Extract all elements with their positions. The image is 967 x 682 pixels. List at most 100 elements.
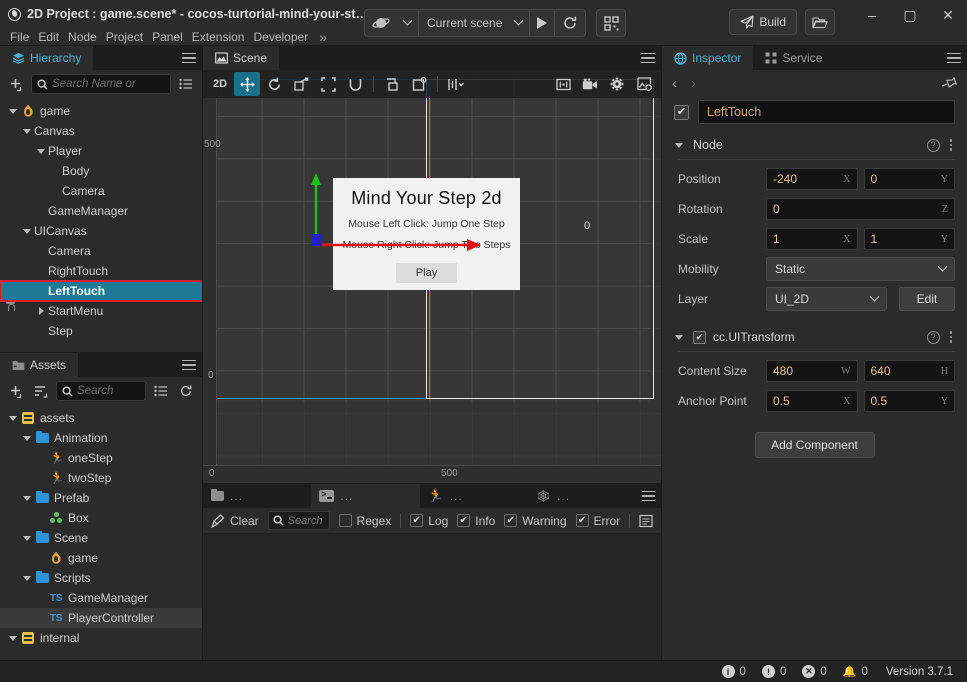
hierarchy-node-righttouch[interactable]: RightTouch bbox=[0, 261, 202, 281]
console-filter-error[interactable]: Error bbox=[575, 514, 620, 528]
asset-item-playercontroller[interactable]: TS PlayerController bbox=[0, 608, 202, 628]
chevron-down-icon[interactable] bbox=[6, 108, 20, 114]
hierarchy-node-uicanvas[interactable]: UICanvas bbox=[0, 221, 202, 241]
checkbox[interactable] bbox=[338, 514, 352, 527]
chevron-down-icon[interactable] bbox=[6, 415, 20, 421]
scene-screenshot-icon[interactable] bbox=[631, 72, 657, 96]
asset-item-animation[interactable]: Animation bbox=[0, 428, 202, 448]
asset-item-scene[interactable]: Scene bbox=[0, 528, 202, 548]
console-search-input[interactable]: Search bbox=[267, 511, 330, 530]
asset-item-scripts[interactable]: Scripts bbox=[0, 568, 202, 588]
select-layer[interactable]: UI_2D bbox=[766, 287, 887, 311]
build-button[interactable]: Build bbox=[729, 9, 797, 35]
asset-item-internal[interactable]: internal bbox=[0, 628, 202, 648]
console-filter-log[interactable]: Log bbox=[410, 514, 448, 528]
platform-dropdown-icon[interactable] bbox=[397, 10, 418, 36]
asset-item-game[interactable]: game bbox=[0, 548, 202, 568]
scene-dropdown-icon[interactable] bbox=[508, 10, 529, 36]
chevron-down-icon[interactable] bbox=[672, 142, 686, 148]
menu-project[interactable]: Project bbox=[106, 28, 152, 46]
input-rotation-z[interactable]: 0Z bbox=[766, 198, 955, 220]
checkbox[interactable] bbox=[504, 514, 518, 527]
hierarchy-node-step[interactable]: Step bbox=[0, 321, 202, 341]
scene-tool-rect-transform[interactable] bbox=[315, 72, 341, 96]
assets-list-options-icon[interactable] bbox=[151, 381, 171, 401]
assets-sort-icon[interactable] bbox=[31, 381, 51, 401]
chevron-down-icon[interactable] bbox=[672, 334, 686, 340]
add-node-icon[interactable] bbox=[6, 74, 26, 94]
asset-item-prefab[interactable]: Prefab bbox=[0, 488, 202, 508]
scene-tool-rotate[interactable] bbox=[261, 72, 287, 96]
tab-assets[interactable]: Assets bbox=[0, 353, 79, 377]
component-header-node[interactable]: Node? bbox=[662, 132, 967, 158]
open-folder-button[interactable] bbox=[805, 9, 835, 35]
scene-tool-move[interactable] bbox=[234, 72, 260, 96]
input-position-x[interactable]: -240 X bbox=[766, 168, 858, 190]
console-tab-animation-graph[interactable]: 🕸... bbox=[527, 484, 637, 508]
asset-item-onestep[interactable]: 🏃 oneStep bbox=[0, 448, 202, 468]
assets-menu-icon[interactable] bbox=[176, 353, 202, 377]
checkbox[interactable] bbox=[575, 514, 589, 527]
input-position-y[interactable]: 0Y bbox=[863, 168, 955, 190]
chevron-down-icon[interactable] bbox=[20, 435, 34, 441]
input-scale-y[interactable]: 1Y bbox=[863, 228, 955, 250]
component-header-cc-uitransform[interactable]: cc.UITransform? bbox=[662, 324, 967, 350]
console-tab-animation[interactable]: 🏃... bbox=[419, 484, 528, 508]
maximize-button[interactable]: ▢ bbox=[891, 0, 929, 30]
chevron-down-icon[interactable] bbox=[20, 535, 34, 541]
hierarchy-node-player[interactable]: Player bbox=[0, 141, 202, 161]
select-mobility[interactable]: Static bbox=[766, 257, 955, 281]
menu-panel[interactable]: Panel bbox=[152, 28, 192, 46]
hierarchy-node-body[interactable]: Body bbox=[0, 161, 202, 181]
component-enabled-checkbox[interactable] bbox=[693, 330, 706, 344]
close-button[interactable]: ✕ bbox=[929, 0, 967, 30]
status-error[interactable]: ✕ 0 bbox=[802, 665, 827, 678]
status-warning[interactable]: ! 0 bbox=[761, 665, 786, 678]
menu-edit[interactable]: Edit bbox=[38, 28, 68, 46]
inspector-menu-icon[interactable] bbox=[941, 46, 967, 70]
menu-extension[interactable]: Extension bbox=[192, 28, 254, 46]
tab-scene[interactable]: Scene bbox=[203, 46, 280, 70]
chevron-down-icon[interactable] bbox=[34, 148, 48, 154]
hierarchy-node-startmenu[interactable]: StartMenu bbox=[0, 301, 202, 321]
device-preview-button[interactable] bbox=[596, 9, 627, 37]
input-content-size-w[interactable]: 480 W bbox=[766, 360, 858, 382]
checkbox[interactable] bbox=[457, 514, 471, 527]
tab-hierarchy[interactable]: Hierarchy bbox=[0, 46, 94, 70]
assets-search-input[interactable]: Search bbox=[56, 381, 146, 401]
add-asset-icon[interactable] bbox=[6, 381, 26, 401]
chevron-down-icon[interactable] bbox=[20, 128, 34, 134]
console-tab-assets-folder[interactable]: ... bbox=[203, 484, 312, 508]
scene-tool-pivot[interactable] bbox=[379, 72, 405, 96]
kebab-icon[interactable] bbox=[947, 139, 956, 151]
refresh-preview-button[interactable] bbox=[555, 10, 585, 36]
chevron-right-icon[interactable] bbox=[34, 307, 48, 315]
scene-tool-align[interactable] bbox=[443, 72, 469, 96]
menu-node[interactable]: Node bbox=[68, 28, 106, 46]
pin-icon[interactable] bbox=[941, 74, 960, 93]
platform-icon[interactable] bbox=[365, 10, 397, 36]
console-clear-button[interactable]: Clear bbox=[211, 514, 259, 528]
menu-file[interactable]: File bbox=[8, 28, 38, 46]
menu-overflow-icon[interactable]: » bbox=[317, 29, 327, 45]
node-enabled-checkbox[interactable] bbox=[674, 104, 689, 120]
add-component-button[interactable]: Add Component bbox=[754, 432, 875, 458]
checkbox[interactable] bbox=[410, 514, 424, 527]
chevron-down-icon[interactable] bbox=[20, 495, 34, 501]
hierarchy-node-camera[interactable]: Camera bbox=[0, 181, 202, 201]
input-content-size-h[interactable]: 640 H bbox=[863, 360, 955, 382]
console-tab-console-terminal[interactable]: ... bbox=[311, 484, 420, 508]
input-anchor-point-x[interactable]: 0.5 X bbox=[766, 390, 858, 412]
scene-grid-display-icon[interactable] bbox=[550, 72, 576, 96]
node-name-input[interactable]: LeftTouch bbox=[698, 100, 955, 124]
asset-item-box[interactable]: Box bbox=[0, 508, 202, 528]
input-anchor-point-y[interactable]: 0.5 Y bbox=[863, 390, 955, 412]
kebab-icon[interactable] bbox=[947, 331, 956, 343]
hierarchy-menu-icon[interactable] bbox=[176, 46, 202, 70]
scene-gizmo-settings-icon[interactable] bbox=[604, 72, 630, 96]
scene-tool-coord-space[interactable] bbox=[406, 72, 432, 96]
hierarchy-tree[interactable]: game Canvas Player Body Camera GameManager UIC… bbox=[0, 98, 202, 352]
asset-item-assets[interactable]: assets bbox=[0, 408, 202, 428]
input-scale-x[interactable]: 1X bbox=[766, 228, 858, 250]
hierarchy-node-canvas[interactable]: Canvas bbox=[0, 121, 202, 141]
